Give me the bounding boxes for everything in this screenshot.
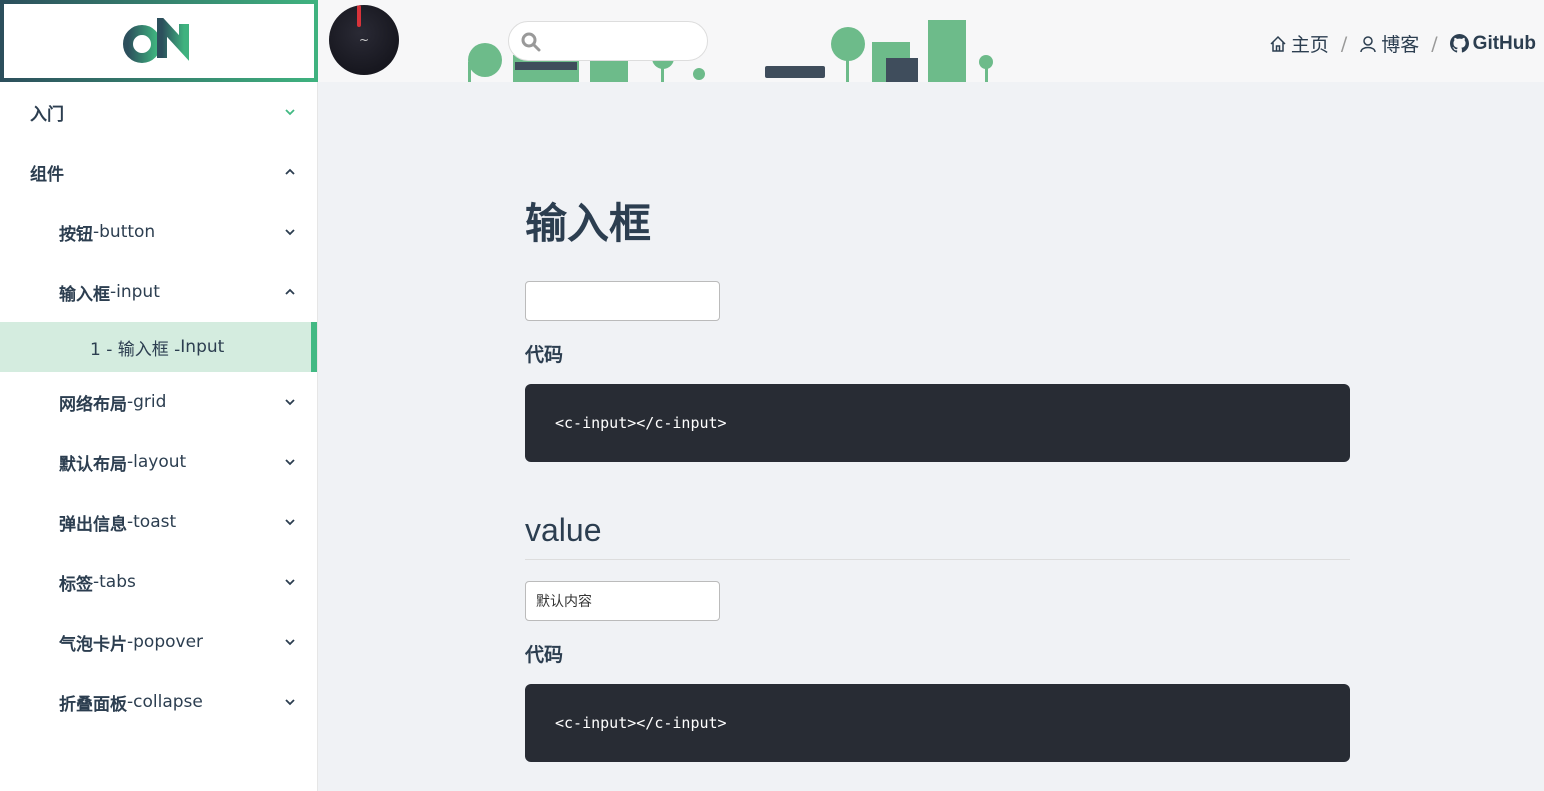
top-header: ~ 主页 / 博客 / GitHub: [0, 0, 1544, 82]
sidebar-item-en: -toast: [127, 512, 177, 532]
sidebar: 入门 组件 按钮 -button 输入框 -input 1 - 输入框 - Inpu…: [0, 82, 318, 791]
sidebar-item-input[interactable]: 输入框 -input: [0, 262, 317, 322]
sidebar-item-layout[interactable]: 默认布局 -layout: [0, 432, 317, 492]
sidebar-item-label: 网络布局: [59, 394, 127, 415]
user-icon: [1360, 35, 1376, 52]
sidebar-item-en: -layout: [127, 452, 187, 472]
nav-home-link[interactable]: 主页: [1269, 30, 1329, 57]
chevron-up-icon: [285, 288, 295, 295]
search-input[interactable]: [549, 30, 699, 52]
section-heading-value: value: [525, 512, 1350, 560]
sidebar-item-label: 折叠面板: [59, 694, 127, 715]
sidebar-item-button[interactable]: 按钮 -button: [0, 202, 317, 262]
sidebar-item-label: 1 - 输入框 -: [90, 339, 181, 360]
sidebar-item-en: -button: [93, 222, 156, 242]
chevron-down-icon: [285, 109, 295, 116]
sidebar-item-getting-started[interactable]: 入门: [0, 82, 317, 142]
code-text: <c-input></c-input>: [555, 414, 727, 432]
code-block: <c-input></c-input>: [525, 684, 1350, 762]
sidebar-item-label: 输入框: [59, 284, 110, 305]
chevron-up-icon: [285, 168, 295, 175]
sidebar-item-en: -popover: [127, 632, 204, 652]
home-icon: [1270, 35, 1286, 52]
code-label: 代码: [525, 644, 564, 666]
github-icon: [1449, 34, 1469, 53]
nav-blog-link[interactable]: 博客: [1359, 30, 1419, 57]
chevron-down-icon: [285, 699, 295, 706]
site-logo[interactable]: [0, 0, 318, 82]
search-box[interactable]: [508, 21, 708, 61]
sidebar-item-label: 标签: [59, 574, 93, 595]
sidebar-item-toast[interactable]: 弹出信息 -toast: [0, 492, 317, 552]
chevron-down-icon: [285, 579, 295, 586]
sidebar-item-en: Input: [180, 337, 225, 357]
logo-icon: [123, 18, 189, 63]
sidebar-item-collapse[interactable]: 折叠面板 -collapse: [0, 672, 317, 732]
demo-input-value[interactable]: [525, 581, 720, 621]
sidebar-item-label: 弹出信息: [59, 514, 127, 535]
demo-input-basic[interactable]: [525, 281, 720, 321]
chevron-down-icon: [285, 399, 295, 406]
sidebar-item-en: -grid: [127, 392, 167, 412]
sidebar-item-label: 入门: [30, 104, 64, 125]
sidebar-item-label: 按钮: [59, 224, 93, 245]
nav-separator: /: [1340, 32, 1348, 55]
nav-github-link[interactable]: GitHub: [1449, 32, 1536, 55]
nav-home-label: 主页: [1290, 34, 1329, 56]
sidebar-item-popover[interactable]: 气泡卡片 -popover: [0, 612, 317, 672]
sidebar-item-input-page[interactable]: 1 - 输入框 - Input: [0, 322, 317, 372]
page-title: 输入框: [525, 199, 652, 248]
code-label: 代码: [525, 344, 564, 366]
chevron-down-icon: [285, 229, 295, 236]
chevron-down-icon: [285, 639, 295, 646]
sidebar-item-en: -tabs: [93, 572, 136, 592]
chevron-down-icon: [285, 519, 295, 526]
sidebar-item-label: 组件: [30, 164, 64, 185]
nav-blog-label: 博客: [1381, 34, 1420, 56]
sidebar-item-label: 气泡卡片: [59, 634, 127, 655]
sidebar-item-en: -input: [110, 282, 160, 302]
nav-github-label: GitHub: [1472, 32, 1536, 54]
sidebar-item-tabs[interactable]: 标签 -tabs: [0, 552, 317, 612]
top-nav: 主页 / 博客 / GitHub: [1269, 30, 1536, 57]
sidebar-item-components[interactable]: 组件: [0, 142, 317, 202]
code-block: <c-input></c-input>: [525, 384, 1350, 462]
avatar[interactable]: ~: [329, 5, 399, 75]
chevron-down-icon: [285, 459, 295, 466]
sidebar-item-grid[interactable]: 网络布局 -grid: [0, 372, 317, 432]
sidebar-item-en: -collapse: [127, 692, 203, 712]
nav-separator: /: [1431, 32, 1438, 55]
sidebar-item-label: 默认布局: [59, 454, 127, 475]
code-text: <c-input></c-input>: [555, 714, 727, 732]
search-icon: [521, 32, 541, 52]
